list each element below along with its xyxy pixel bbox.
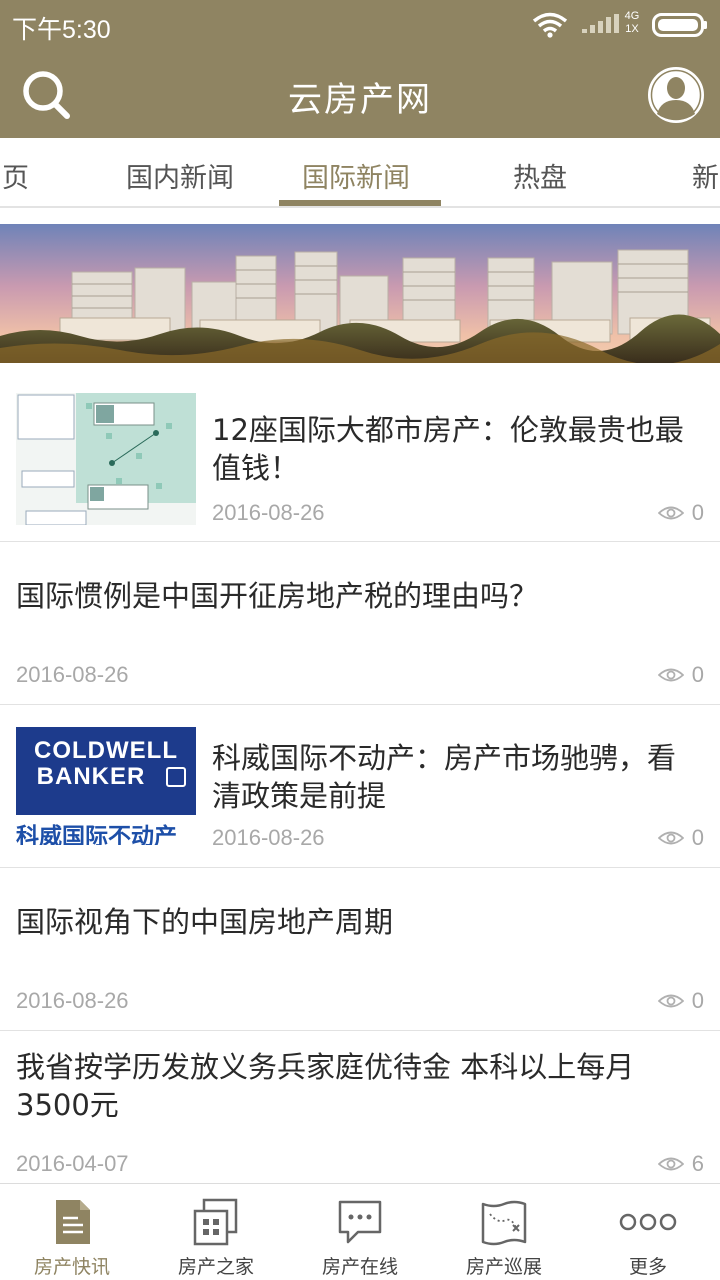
battery-icon	[652, 13, 707, 37]
news-item[interactable]: 我省按学历发放义务兵家庭优待金 本科以上每月3500元 2016-04-07 6	[0, 1031, 720, 1183]
nav-label: 房产快讯	[33, 1256, 110, 1278]
eye-icon	[657, 994, 684, 1008]
chat-bubble-icon	[338, 1200, 382, 1244]
view-count-value: 0	[691, 662, 704, 687]
view-count-value: 0	[691, 988, 704, 1013]
view-count-value: 6	[691, 1151, 704, 1176]
eye-icon	[657, 506, 684, 520]
active-tab-indicator	[279, 200, 441, 206]
logo-block: COLDWELL BANKER	[16, 727, 196, 815]
eye-icon	[657, 668, 684, 682]
nav-label: 房产在线	[321, 1256, 398, 1278]
eye-icon	[657, 831, 684, 845]
tab-international-news[interactable]: 国际新闻	[302, 156, 410, 195]
news-item[interactable]: 国际惯例是中国开征房地产税的理由吗？ 2016-08-26 0	[0, 542, 720, 705]
news-item[interactable]: 12座国际大都市房产：伦敦最贵也最值钱！ 2016-08-26 0	[0, 363, 720, 542]
logo-mark-icon	[166, 767, 186, 787]
view-count: 6	[657, 1151, 704, 1177]
tab-hot-properties[interactable]: 热盘	[513, 156, 567, 195]
nav-label: 房产之家	[177, 1256, 254, 1278]
news-title[interactable]: 12座国际大都市房产：伦敦最贵也最值钱！	[212, 411, 702, 487]
eye-icon	[657, 1157, 684, 1171]
network-type: 4G 1X	[621, 10, 643, 36]
status-bar: 下午5:30 4G 1X	[0, 0, 720, 50]
news-date: 2016-08-26	[212, 825, 325, 850]
news-item[interactable]: COLDWELL BANKER 科威国际不动产 科威国际不动产：房产市场驰骋，看…	[0, 705, 720, 868]
logo-line-2: BANKER	[36, 763, 146, 790]
tab-home[interactable]: 页	[2, 156, 29, 195]
news-thumbnail-map-infographic	[16, 393, 196, 525]
news-date: 2016-08-26	[16, 662, 129, 687]
news-title[interactable]: 国际视角下的中国房地产周期	[16, 903, 706, 941]
news-date: 2016-08-26	[212, 500, 325, 525]
nav-real-estate-exhibition[interactable]: 房产巡展	[432, 1184, 576, 1280]
news-title[interactable]: 科威国际不动产：房产市场驰骋，看清政策是前提	[212, 739, 702, 815]
nav-real-estate-news[interactable]: 房产快讯	[0, 1184, 144, 1280]
app-title: 云房产网	[288, 80, 432, 120]
wifi-icon	[532, 12, 568, 38]
nav-more[interactable]: 更多	[576, 1184, 720, 1280]
view-count: 0	[657, 662, 704, 688]
view-count-value: 0	[691, 825, 704, 850]
nav-label: 更多	[628, 1256, 667, 1278]
network-type-bottom: 1X	[625, 23, 639, 35]
map-icon	[481, 1200, 527, 1246]
network-type-top: 4G	[624, 10, 640, 22]
signal-icon	[582, 14, 619, 33]
tab-domestic-news[interactable]: 国内新闻	[126, 156, 234, 195]
banner-image[interactable]	[0, 224, 720, 363]
news-date: 2016-04-07	[16, 1151, 129, 1176]
building-icon	[193, 1198, 238, 1246]
view-count: 0	[657, 988, 704, 1014]
bottom-navigation: 房产快讯 房产之家 房产在线 房产巡展 更多	[0, 1183, 720, 1280]
more-dots-icon	[619, 1213, 677, 1231]
tab-new[interactable]: 新	[692, 156, 719, 195]
status-time: 下午5:30	[12, 16, 111, 44]
nav-label: 房产巡展	[465, 1256, 542, 1278]
news-date: 2016-08-26	[16, 988, 129, 1013]
nav-real-estate-home[interactable]: 房产之家	[144, 1184, 288, 1280]
nav-real-estate-online[interactable]: 房产在线	[288, 1184, 432, 1280]
view-count: 0	[657, 500, 704, 526]
user-avatar-icon[interactable]	[647, 66, 705, 124]
category-tabs: 页 国内新闻 国际新闻 热盘 新	[0, 138, 720, 208]
view-count: 0	[657, 825, 704, 851]
view-count-value: 0	[691, 500, 704, 525]
logo-caption: 科威国际不动产	[16, 824, 177, 845]
news-title[interactable]: 我省按学历发放义务兵家庭优待金 本科以上每月3500元	[16, 1048, 706, 1124]
news-thumbnail-coldwell-banker-logo: COLDWELL BANKER 科威国际不动产	[16, 727, 196, 845]
app-header: 下午5:30 4G 1X 云房产网	[0, 0, 720, 138]
news-title[interactable]: 国际惯例是中国开征房地产税的理由吗？	[16, 577, 706, 615]
logo-line-1: COLDWELL	[34, 737, 178, 764]
news-item[interactable]: 国际视角下的中国房地产周期 2016-08-26 0	[0, 868, 720, 1031]
document-icon	[56, 1200, 90, 1244]
